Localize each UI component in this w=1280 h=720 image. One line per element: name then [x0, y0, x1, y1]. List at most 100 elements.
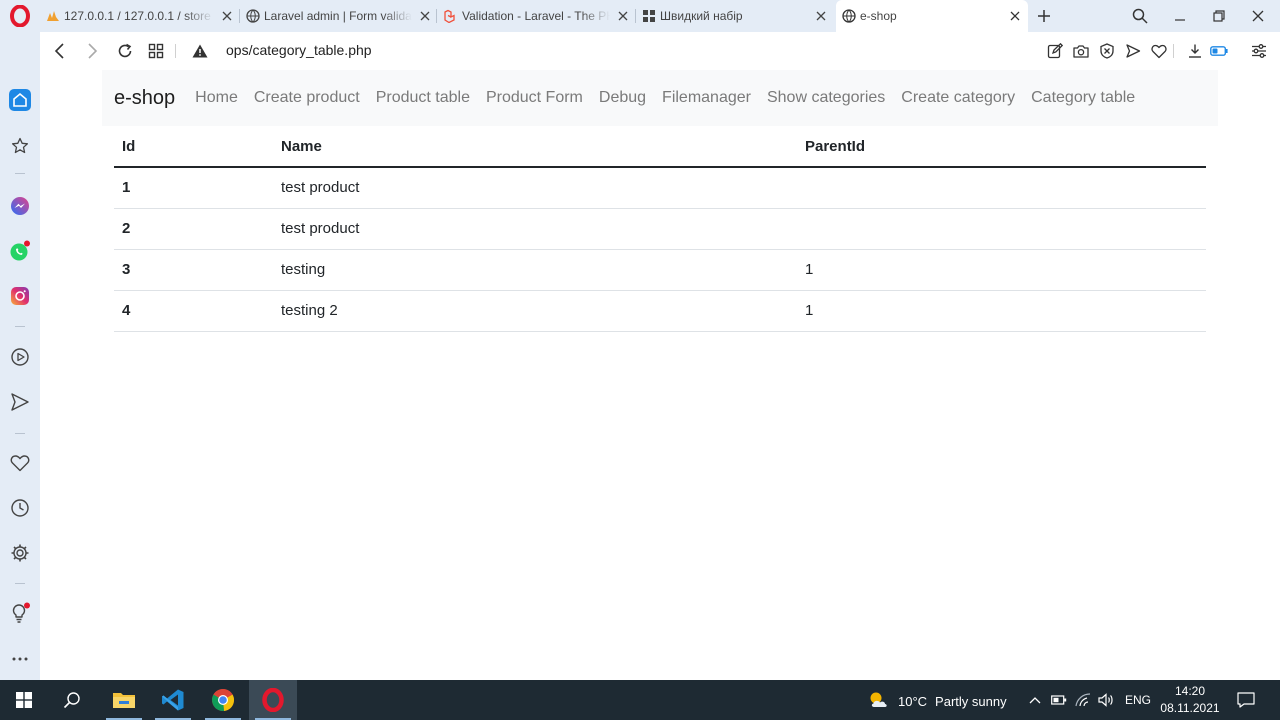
cell-name: testing 2	[273, 290, 797, 332]
table-row: 1 test product	[114, 167, 1206, 209]
nav-link-home[interactable]: Home	[187, 89, 246, 107]
nav-link-category-table[interactable]: Category table	[1023, 89, 1143, 107]
sidebar	[0, 32, 40, 680]
globe-icon	[842, 9, 856, 23]
restore-icon[interactable]	[1209, 6, 1229, 26]
phpmyadmin-icon	[46, 9, 60, 23]
edit-note-icon[interactable]	[1045, 41, 1065, 61]
windows-taskbar: 10°C Partly sunny ENG 14:20 08.11.2021	[0, 680, 1280, 720]
category-table: Id Name ParentId 1 test product 2 test p…	[114, 126, 1206, 332]
tab-snapshot-grid-icon[interactable]	[146, 41, 166, 61]
sidebar-divider	[15, 583, 25, 584]
sidebar-divider	[15, 326, 25, 327]
speed-dial-icon	[642, 9, 656, 23]
bookmarks-star-icon[interactable]	[8, 134, 32, 158]
flow-send-icon[interactable]	[8, 390, 32, 414]
download-icon[interactable]	[1185, 41, 1205, 61]
sidebar-divider	[15, 173, 25, 174]
file-explorer-icon[interactable]	[100, 680, 148, 720]
wifi-icon[interactable]	[1074, 691, 1092, 709]
bookmark-heart-icon[interactable]	[1149, 41, 1169, 61]
weather-widget[interactable]: 10°C Partly sunny	[868, 690, 1007, 712]
lightbulb-icon[interactable]	[8, 601, 32, 625]
table-header-row: Id Name ParentId	[114, 126, 1206, 168]
nav-link-debug[interactable]: Debug	[591, 89, 654, 107]
cell-name: test product	[273, 208, 797, 250]
battery-charging-icon[interactable]	[1050, 691, 1068, 709]
globe-icon	[246, 9, 260, 23]
player-icon[interactable]	[8, 345, 32, 369]
not-secure-warning-icon[interactable]	[190, 41, 210, 61]
more-dots-icon[interactable]	[8, 647, 32, 671]
tab-search-icon[interactable]	[1130, 6, 1150, 26]
minimize-icon[interactable]	[1170, 6, 1190, 26]
battery-saver-icon[interactable]	[1209, 41, 1229, 61]
instagram-icon[interactable]	[8, 284, 32, 308]
table-row: 4 testing 2 1	[114, 290, 1206, 332]
tab-title: Laravel admin | Form validation	[264, 9, 412, 23]
page-content: e-shop Home Create product Product table…	[40, 70, 1280, 680]
tab-speed-dial[interactable]: Швидкий набір	[642, 0, 828, 32]
column-header-name: Name	[273, 126, 797, 168]
close-window-icon[interactable]	[1248, 6, 1268, 26]
tray-chevron-up-icon[interactable]	[1026, 691, 1044, 709]
tab-phpmyadmin[interactable]: 127.0.0.1 / 127.0.0.1 / store	[46, 0, 234, 32]
table-row: 2 test product	[114, 208, 1206, 250]
url-field[interactable]: ops/category_table.php	[226, 42, 372, 58]
chrome-icon[interactable]	[199, 680, 247, 720]
input-language[interactable]: ENG	[1125, 693, 1151, 707]
cell-parentid: 1	[797, 249, 1206, 291]
close-tab-icon[interactable]	[814, 9, 828, 23]
camera-snapshot-icon[interactable]	[1071, 41, 1091, 61]
vscode-icon[interactable]	[149, 680, 197, 720]
tab-e-shop[interactable]: e-shop	[836, 0, 1028, 32]
whatsapp-icon[interactable]	[8, 239, 32, 263]
speed-dial-home-icon[interactable]	[8, 88, 32, 112]
clock-date: 08.11.2021	[1160, 701, 1220, 715]
heart-icon[interactable]	[8, 451, 32, 475]
close-tab-icon[interactable]	[616, 9, 630, 23]
nav-link-product-form[interactable]: Product Form	[478, 89, 591, 107]
tab-laravel-docs[interactable]: Validation - Laravel - The PHP	[444, 0, 630, 32]
history-clock-icon[interactable]	[8, 496, 32, 520]
notifications-icon[interactable]	[1236, 690, 1256, 710]
column-header-parentid: ParentId	[797, 126, 1206, 168]
send-flow-icon[interactable]	[1123, 41, 1143, 61]
reload-icon[interactable]	[115, 41, 135, 61]
close-tab-icon[interactable]	[418, 9, 432, 23]
table-row: 3 testing 1	[114, 249, 1206, 291]
navbar-brand[interactable]: e-shop	[114, 87, 175, 110]
tab-divider	[239, 9, 240, 23]
volume-icon[interactable]	[1097, 691, 1115, 709]
easy-setup-sliders-icon[interactable]	[1249, 41, 1269, 61]
search-icon[interactable]	[48, 680, 96, 720]
cell-id: 4	[114, 290, 273, 332]
nav-link-create-category[interactable]: Create category	[893, 89, 1023, 107]
cell-name: testing	[273, 249, 797, 291]
toolbar-divider	[175, 44, 176, 58]
messenger-icon[interactable]	[8, 194, 32, 218]
opera-menu-icon[interactable]	[8, 4, 32, 28]
ad-blocker-shield-icon[interactable]	[1097, 41, 1117, 61]
close-tab-icon[interactable]	[220, 9, 234, 23]
new-tab-button[interactable]	[1034, 6, 1054, 26]
clock-time: 14:20	[1174, 684, 1206, 698]
system-clock[interactable]: 14:20 08.11.2021	[1152, 683, 1228, 717]
forward-arrow-icon[interactable]	[82, 41, 102, 61]
opera-taskbar-icon[interactable]	[249, 680, 297, 720]
settings-gear-icon[interactable]	[8, 541, 32, 565]
nav-link-product-table[interactable]: Product table	[368, 89, 478, 107]
nav-link-filemanager[interactable]: Filemanager	[654, 89, 759, 107]
windows-start-icon[interactable]	[0, 680, 48, 720]
tab-title: e-shop	[860, 9, 897, 23]
tab-title: Швидкий набір	[660, 9, 743, 23]
nav-link-create-product[interactable]: Create product	[246, 89, 368, 107]
sidebar-divider	[15, 433, 25, 434]
close-tab-icon[interactable]	[1008, 9, 1022, 23]
tab-laravel-admin[interactable]: Laravel admin | Form validation	[246, 0, 432, 32]
navbar: e-shop Home Create product Product table…	[102, 70, 1218, 126]
toolbar-divider	[1173, 44, 1174, 58]
nav-link-show-categories[interactable]: Show categories	[759, 89, 893, 107]
cell-id: 2	[114, 208, 273, 250]
back-arrow-icon[interactable]	[50, 41, 70, 61]
